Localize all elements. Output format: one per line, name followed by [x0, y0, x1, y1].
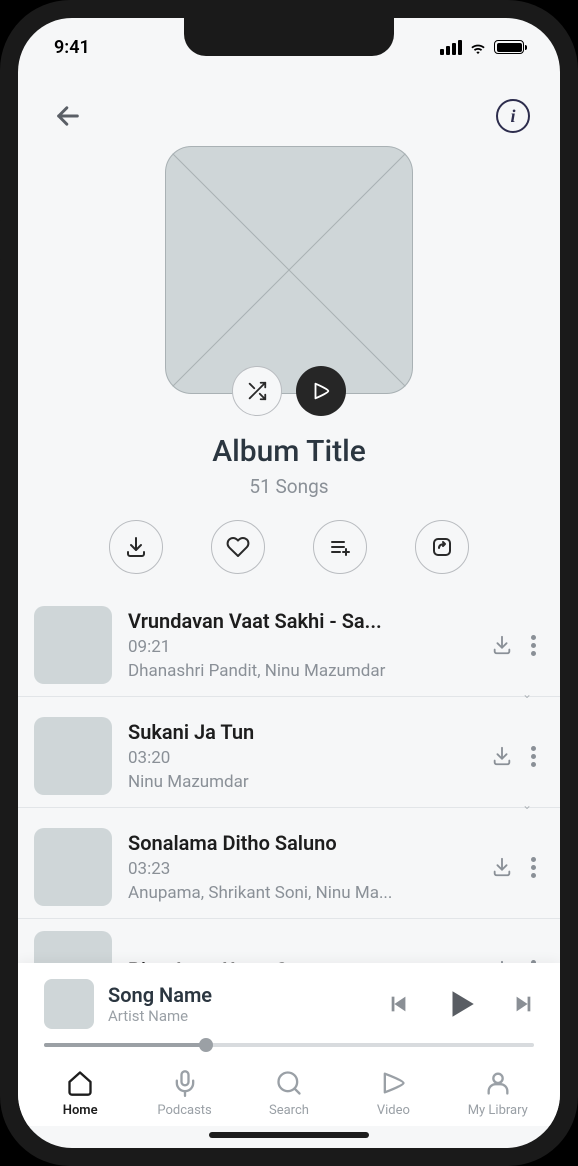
mini-play-button[interactable] — [444, 987, 478, 1021]
nav-label: My Library — [468, 1103, 528, 1118]
download-album-button[interactable] — [109, 520, 163, 574]
status-icons — [440, 40, 524, 55]
song-row[interactable]: Sonalama Ditho Saluno 03:23 Anupama, Shr… — [18, 816, 560, 919]
more-icon[interactable] — [531, 746, 536, 767]
song-row[interactable]: Sukani Ja Tun 03:20 Ninu Mazumdar — [18, 705, 560, 808]
back-button[interactable] — [48, 96, 88, 136]
song-duration: 09:21 — [128, 637, 475, 657]
download-icon[interactable] — [491, 634, 513, 656]
progress-bar[interactable] — [44, 1043, 534, 1047]
cellular-icon — [440, 40, 462, 55]
song-title: Vrundavan Vaat Sakhi - Sa... — [128, 609, 475, 633]
nav-label: Home — [63, 1103, 98, 1118]
video-icon — [379, 1069, 407, 1097]
mic-icon — [171, 1069, 199, 1097]
add-to-playlist-button[interactable] — [313, 520, 367, 574]
home-icon — [66, 1069, 94, 1097]
prev-track-button[interactable] — [388, 993, 410, 1015]
status-time: 9:41 — [54, 37, 90, 58]
favorite-button[interactable] — [211, 520, 265, 574]
mini-player-title: Song Name — [108, 983, 374, 1007]
wifi-icon — [468, 40, 488, 55]
song-thumb — [34, 931, 112, 963]
nav-podcasts[interactable]: Podcasts — [145, 1069, 225, 1118]
nav-library[interactable]: My Library — [458, 1069, 538, 1118]
play-button[interactable] — [296, 366, 346, 416]
album-subtitle: 51 Songs — [249, 475, 328, 498]
chevron-down-icon[interactable]: ⌄ — [18, 687, 560, 705]
home-indicator[interactable] — [209, 1132, 369, 1138]
song-duration: 03:20 — [128, 748, 475, 768]
user-icon — [484, 1069, 512, 1097]
album-art — [165, 146, 413, 394]
info-button[interactable]: i — [496, 99, 530, 133]
shuffle-button[interactable] — [232, 366, 282, 416]
share-button[interactable] — [415, 520, 469, 574]
song-thumb — [34, 717, 112, 795]
song-artist: Anupama, Shrikant Soni, Ninu Ma... — [128, 883, 475, 903]
bottom-nav: Home Podcasts Search Video My Library — [18, 1055, 560, 1126]
song-duration: 03:23 — [128, 859, 475, 879]
nav-label: Podcasts — [157, 1103, 211, 1118]
song-row[interactable]: Vrundavan Vaat Sakhi - Sa... 09:21 Dhana… — [18, 594, 560, 697]
more-icon[interactable] — [531, 857, 536, 878]
mini-player-thumb — [44, 979, 94, 1029]
album-title: Album Title — [212, 434, 366, 469]
more-icon[interactable] — [531, 635, 536, 656]
song-thumb — [34, 828, 112, 906]
song-row[interactable]: Piyu Aavo Urma Samavo — [18, 919, 560, 963]
nav-home[interactable]: Home — [40, 1069, 120, 1118]
next-track-button[interactable] — [512, 993, 534, 1015]
song-title: Sonalama Ditho Saluno — [128, 831, 475, 855]
nav-video[interactable]: Video — [353, 1069, 433, 1118]
song-title: Sukani Ja Tun — [128, 720, 475, 744]
battery-icon — [494, 40, 524, 54]
nav-label: Video — [377, 1103, 410, 1118]
song-thumb — [34, 606, 112, 684]
nav-search[interactable]: Search — [249, 1069, 329, 1118]
nav-label: Search — [269, 1103, 309, 1118]
song-list: Vrundavan Vaat Sakhi - Sa... 09:21 Dhana… — [18, 594, 560, 963]
download-icon[interactable] — [491, 856, 513, 878]
search-icon — [275, 1069, 303, 1097]
mini-player-artist: Artist Name — [108, 1007, 374, 1025]
song-artist: Ninu Mazumdar — [128, 772, 475, 792]
chevron-down-icon[interactable]: ⌄ — [18, 798, 560, 816]
download-icon[interactable] — [491, 745, 513, 767]
song-artist: Dhanashri Pandit, Ninu Mazumdar — [128, 661, 475, 681]
mini-player[interactable]: Song Name Artist Name — [18, 963, 560, 1055]
